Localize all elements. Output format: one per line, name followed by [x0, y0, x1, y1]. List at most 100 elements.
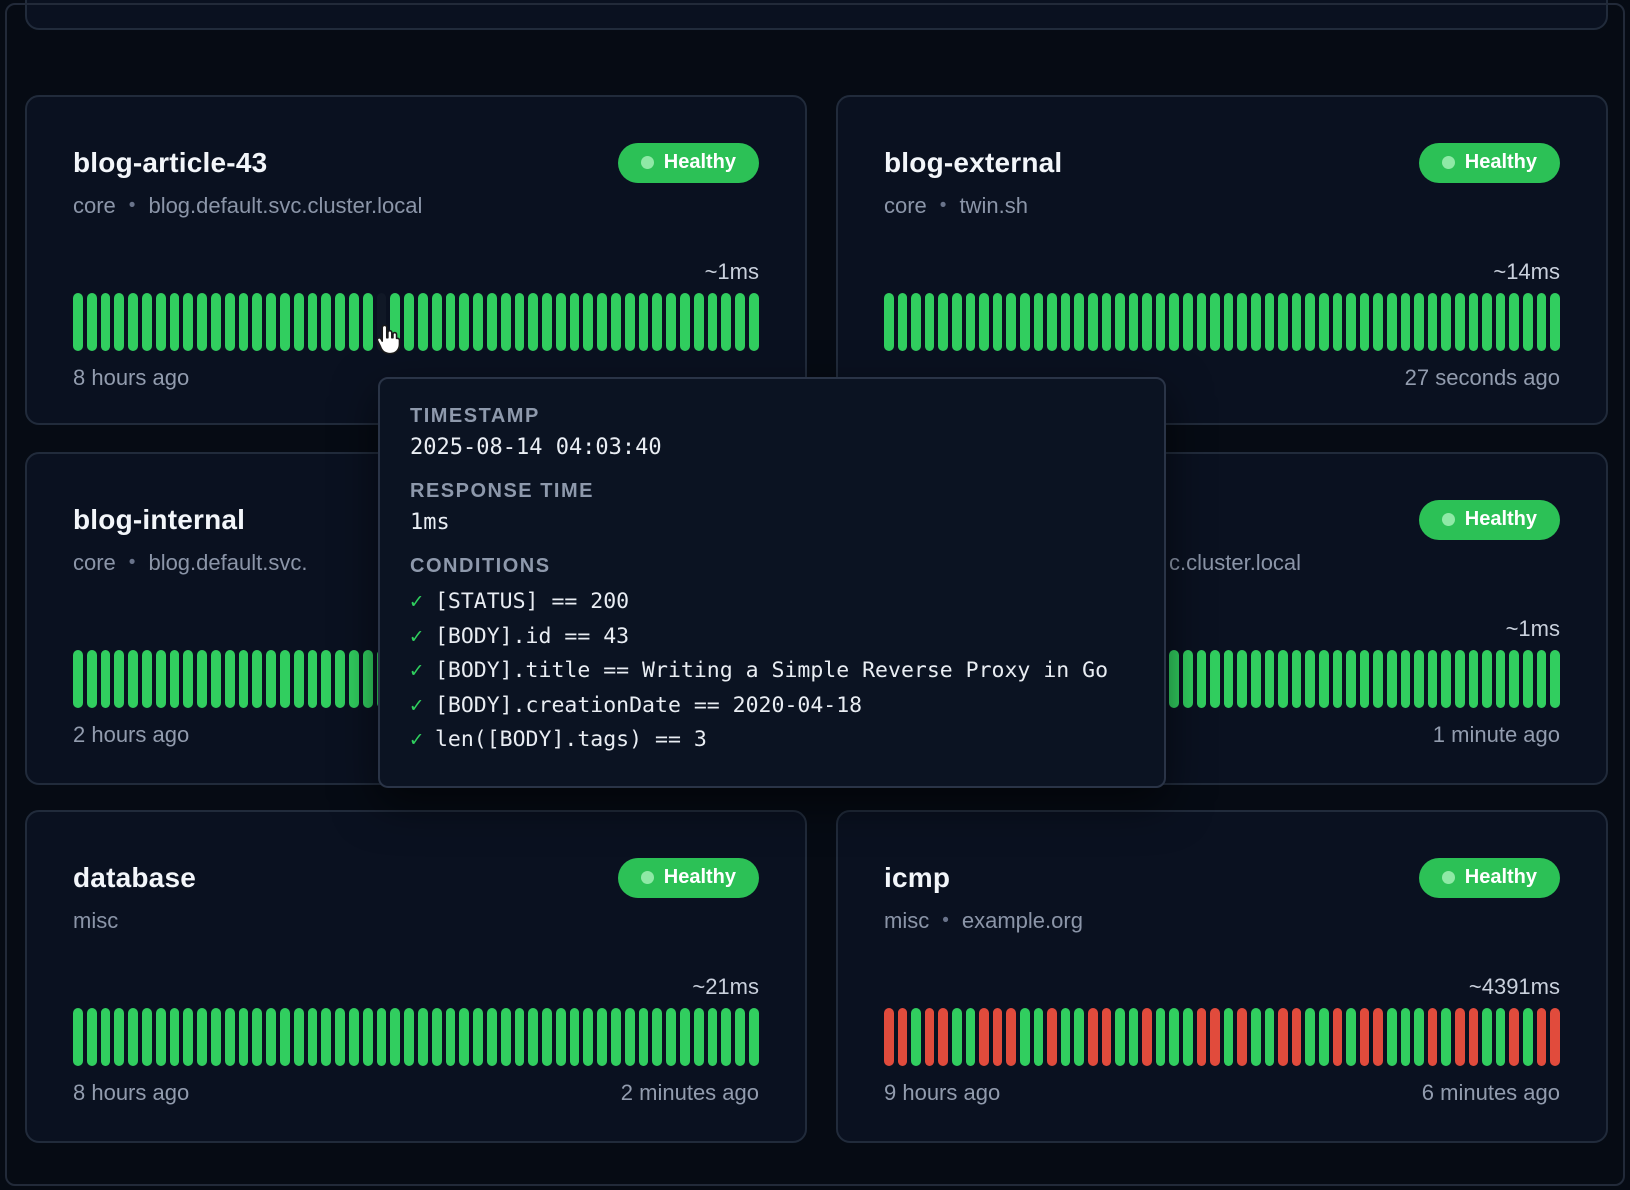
- uptime-bar[interactable]: [266, 293, 276, 351]
- endpoint-title[interactable]: blog-external: [884, 147, 1062, 179]
- uptime-bar[interactable]: [952, 293, 962, 351]
- uptime-bar[interactable]: [735, 293, 745, 351]
- uptime-bar[interactable]: [652, 1008, 662, 1066]
- uptime-bar[interactable]: [142, 293, 152, 351]
- uptime-bar[interactable]: [542, 1008, 552, 1066]
- uptime-bar[interactable]: [473, 293, 483, 351]
- uptime-bar[interactable]: [211, 1008, 221, 1066]
- uptime-bar[interactable]: [993, 293, 1003, 351]
- uptime-bar[interactable]: [156, 293, 166, 351]
- uptime-bar[interactable]: [1074, 1008, 1084, 1066]
- uptime-bar[interactable]: [211, 650, 221, 708]
- uptime-bar[interactable]: [1523, 1008, 1533, 1066]
- uptime-bar[interactable]: [1373, 293, 1383, 351]
- uptime-bar[interactable]: [1550, 1008, 1560, 1066]
- uptime-bar[interactable]: [911, 293, 921, 351]
- uptime-bar[interactable]: [156, 1008, 166, 1066]
- uptime-bar[interactable]: [1034, 1008, 1044, 1066]
- uptime-bar[interactable]: [432, 1008, 442, 1066]
- uptime-bar[interactable]: [1319, 293, 1329, 351]
- uptime-bar[interactable]: [501, 1008, 511, 1066]
- uptime-bar[interactable]: [418, 293, 428, 351]
- uptime-bar[interactable]: [1169, 1008, 1179, 1066]
- uptime-bar[interactable]: [294, 650, 304, 708]
- uptime-bar[interactable]: [349, 650, 359, 708]
- uptime-bar[interactable]: [1428, 650, 1438, 708]
- uptime-bar[interactable]: [625, 293, 635, 351]
- uptime-bar[interactable]: [321, 293, 331, 351]
- uptime-bar[interactable]: [183, 1008, 193, 1066]
- uptime-bar[interactable]: [1414, 1008, 1424, 1066]
- uptime-bar[interactable]: [225, 650, 235, 708]
- uptime-bar[interactable]: [952, 1008, 962, 1066]
- uptime-bar[interactable]: [1496, 650, 1506, 708]
- uptime-bar[interactable]: [1346, 1008, 1356, 1066]
- uptime-bar[interactable]: [515, 293, 525, 351]
- uptime-bar[interactable]: [1183, 293, 1193, 351]
- endpoint-card[interactable]: blog-external Healthy core•twin.sh ~14ms…: [836, 95, 1608, 425]
- uptime-bar[interactable]: [1305, 650, 1315, 708]
- uptime-bar[interactable]: [225, 293, 235, 351]
- uptime-bar[interactable]: [1346, 650, 1356, 708]
- uptime-bar[interactable]: [1441, 293, 1451, 351]
- uptime-bar[interactable]: [884, 293, 894, 351]
- uptime-bar[interactable]: [363, 650, 373, 708]
- uptime-bar[interactable]: [1319, 650, 1329, 708]
- uptime-bar[interactable]: [1509, 650, 1519, 708]
- uptime-bar[interactable]: [884, 1008, 894, 1066]
- uptime-bar[interactable]: [363, 1008, 373, 1066]
- uptime-bar[interactable]: [321, 1008, 331, 1066]
- uptime-bar[interactable]: [721, 293, 731, 351]
- uptime-bar[interactable]: [1061, 1008, 1071, 1066]
- uptime-bar[interactable]: [1428, 1008, 1438, 1066]
- uptime-bar[interactable]: [925, 1008, 935, 1066]
- endpoint-title[interactable]: blog-article-43: [73, 147, 267, 179]
- uptime-bar[interactable]: [101, 293, 111, 351]
- uptime-bar[interactable]: [114, 293, 124, 351]
- uptime-bar[interactable]: [1197, 293, 1207, 351]
- endpoint-card[interactable]: icmp Healthy misc•example.org ~4391ms 9 …: [836, 810, 1608, 1143]
- uptime-bar[interactable]: [390, 293, 400, 351]
- uptime-bar[interactable]: [1523, 293, 1533, 351]
- uptime-bar[interactable]: [1346, 293, 1356, 351]
- uptime-bar[interactable]: [1292, 1008, 1302, 1066]
- uptime-bar[interactable]: [925, 293, 935, 351]
- uptime-bar[interactable]: [252, 1008, 262, 1066]
- uptime-bar[interactable]: [1387, 1008, 1397, 1066]
- uptime-bar[interactable]: [1441, 1008, 1451, 1066]
- uptime-bar[interactable]: [142, 650, 152, 708]
- uptime-bar[interactable]: [938, 1008, 948, 1066]
- uptime-bar[interactable]: [266, 1008, 276, 1066]
- uptime-bar[interactable]: [1496, 1008, 1506, 1066]
- uptime-bar[interactable]: [611, 293, 621, 351]
- uptime-bar[interactable]: [280, 293, 290, 351]
- uptime-bar[interactable]: [1333, 293, 1343, 351]
- uptime-bar[interactable]: [252, 650, 262, 708]
- uptime-bar[interactable]: [694, 1008, 704, 1066]
- uptime-bar[interactable]: [1061, 293, 1071, 351]
- uptime-bar[interactable]: [1142, 293, 1152, 351]
- endpoint-card[interactable]: blog-article-43 Healthy core•blog.defaul…: [25, 95, 807, 425]
- uptime-bar[interactable]: [101, 650, 111, 708]
- uptime-bar[interactable]: [128, 293, 138, 351]
- uptime-bar[interactable]: [1210, 650, 1220, 708]
- uptime-bar[interactable]: [390, 1008, 400, 1066]
- uptime-bar[interactable]: [993, 1008, 1003, 1066]
- uptime-bar[interactable]: [1441, 650, 1451, 708]
- uptime-bar[interactable]: [73, 1008, 83, 1066]
- uptime-bar[interactable]: [570, 1008, 580, 1066]
- uptime-bar[interactable]: [1224, 1008, 1234, 1066]
- uptime-bar[interactable]: [473, 1008, 483, 1066]
- uptime-bar[interactable]: [1237, 1008, 1247, 1066]
- uptime-bar[interactable]: [170, 293, 180, 351]
- uptime-bar[interactable]: [1455, 1008, 1465, 1066]
- uptime-bar[interactable]: [1455, 650, 1465, 708]
- uptime-bar[interactable]: [1550, 650, 1560, 708]
- uptime-bar[interactable]: [183, 293, 193, 351]
- uptime-bar[interactable]: [1523, 650, 1533, 708]
- uptime-bar[interactable]: [432, 293, 442, 351]
- uptime-bar[interactable]: [1102, 293, 1112, 351]
- uptime-bar[interactable]: [252, 293, 262, 351]
- uptime-bar[interactable]: [1401, 1008, 1411, 1066]
- uptime-bar[interactable]: [1305, 293, 1315, 351]
